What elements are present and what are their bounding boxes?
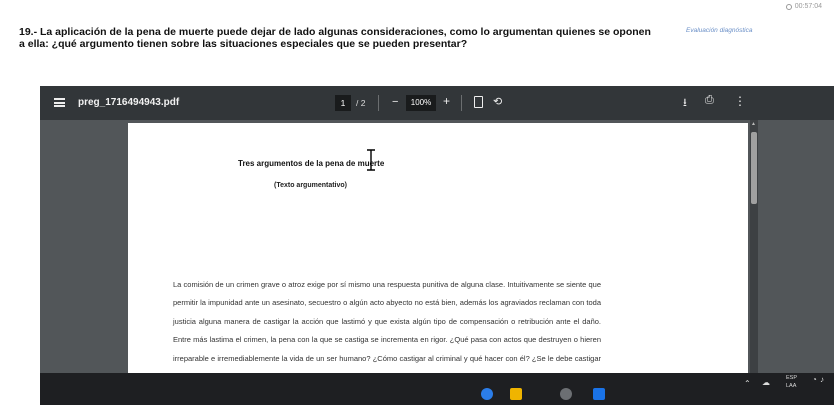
timer-text: 00:57:04 (794, 3, 822, 10)
taskbar-word-icon[interactable] (593, 388, 605, 400)
toolbar-divider (378, 95, 379, 111)
toolbar-divider (461, 95, 462, 111)
language-primary: ESP (786, 375, 798, 381)
scroll-up-icon[interactable]: ▲ (751, 121, 756, 127)
taskbar: ⌃ ☁ ESP LAA ◔ ♪ (40, 373, 834, 405)
rotate-icon[interactable]: ⟲ (493, 95, 502, 108)
taskbar-app-icon[interactable] (560, 388, 572, 400)
timer: 00:57:04 (785, 3, 822, 10)
cloud-icon[interactable]: ☁ (762, 378, 770, 387)
document-title: Tres argumentos de la pena de muerte (238, 159, 385, 168)
page-number-input[interactable]: 1 (335, 95, 351, 111)
taskbar-app-icon[interactable] (481, 388, 493, 400)
pdf-viewer: preg_1716494943.pdf 1 / 2 − 100% + ⟲ ⭳ ⎙… (40, 86, 834, 405)
clock-icon (785, 3, 792, 10)
file-name: preg_1716494943.pdf (78, 97, 180, 108)
pdf-toolbar: preg_1716494943.pdf 1 / 2 − 100% + ⟲ ⭳ ⎙… (40, 86, 834, 120)
zoom-out-button[interactable]: − (392, 96, 398, 108)
evaluation-badge: Evaluación diagnóstica (686, 27, 753, 34)
text-cursor-icon (367, 149, 375, 171)
volume-icon[interactable]: ♪ (820, 375, 824, 384)
download-icon[interactable]: ⭳ (683, 94, 687, 113)
zoom-in-button[interactable]: + (443, 94, 450, 108)
more-options-icon[interactable]: ⋮ (734, 94, 746, 108)
language-secondary: LAA (786, 383, 797, 389)
print-icon[interactable]: ⎙ (705, 94, 714, 107)
language-indicator[interactable]: ESP LAA (786, 374, 797, 390)
wifi-icon[interactable]: ◔ (812, 375, 817, 384)
chevron-up-icon[interactable]: ⌃ (744, 379, 751, 388)
scrollbar-thumb[interactable] (751, 132, 757, 204)
document-subtitle: (Texto argumentativo) (274, 182, 347, 189)
page-total: / 2 (356, 98, 366, 108)
taskbar-folder-icon[interactable] (510, 388, 522, 400)
fit-page-icon[interactable] (474, 96, 483, 108)
question-text: 19.- La aplicación de la pena de muerte … (19, 26, 651, 50)
menu-icon[interactable] (54, 98, 65, 107)
document-body: La comisión de un crimen grave o atroz e… (173, 280, 601, 381)
zoom-level[interactable]: 100% (406, 95, 436, 111)
